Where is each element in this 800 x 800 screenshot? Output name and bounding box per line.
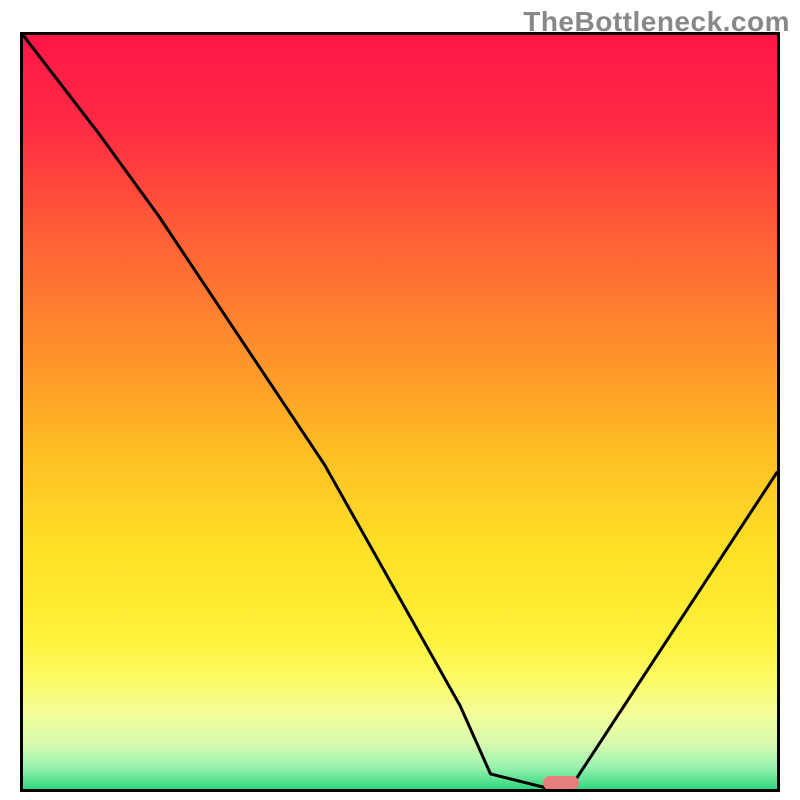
plot-curve xyxy=(23,35,777,789)
plot-frame xyxy=(20,32,780,792)
minimum-marker xyxy=(543,776,579,790)
chart-root: TheBottleneck.com xyxy=(0,0,800,800)
